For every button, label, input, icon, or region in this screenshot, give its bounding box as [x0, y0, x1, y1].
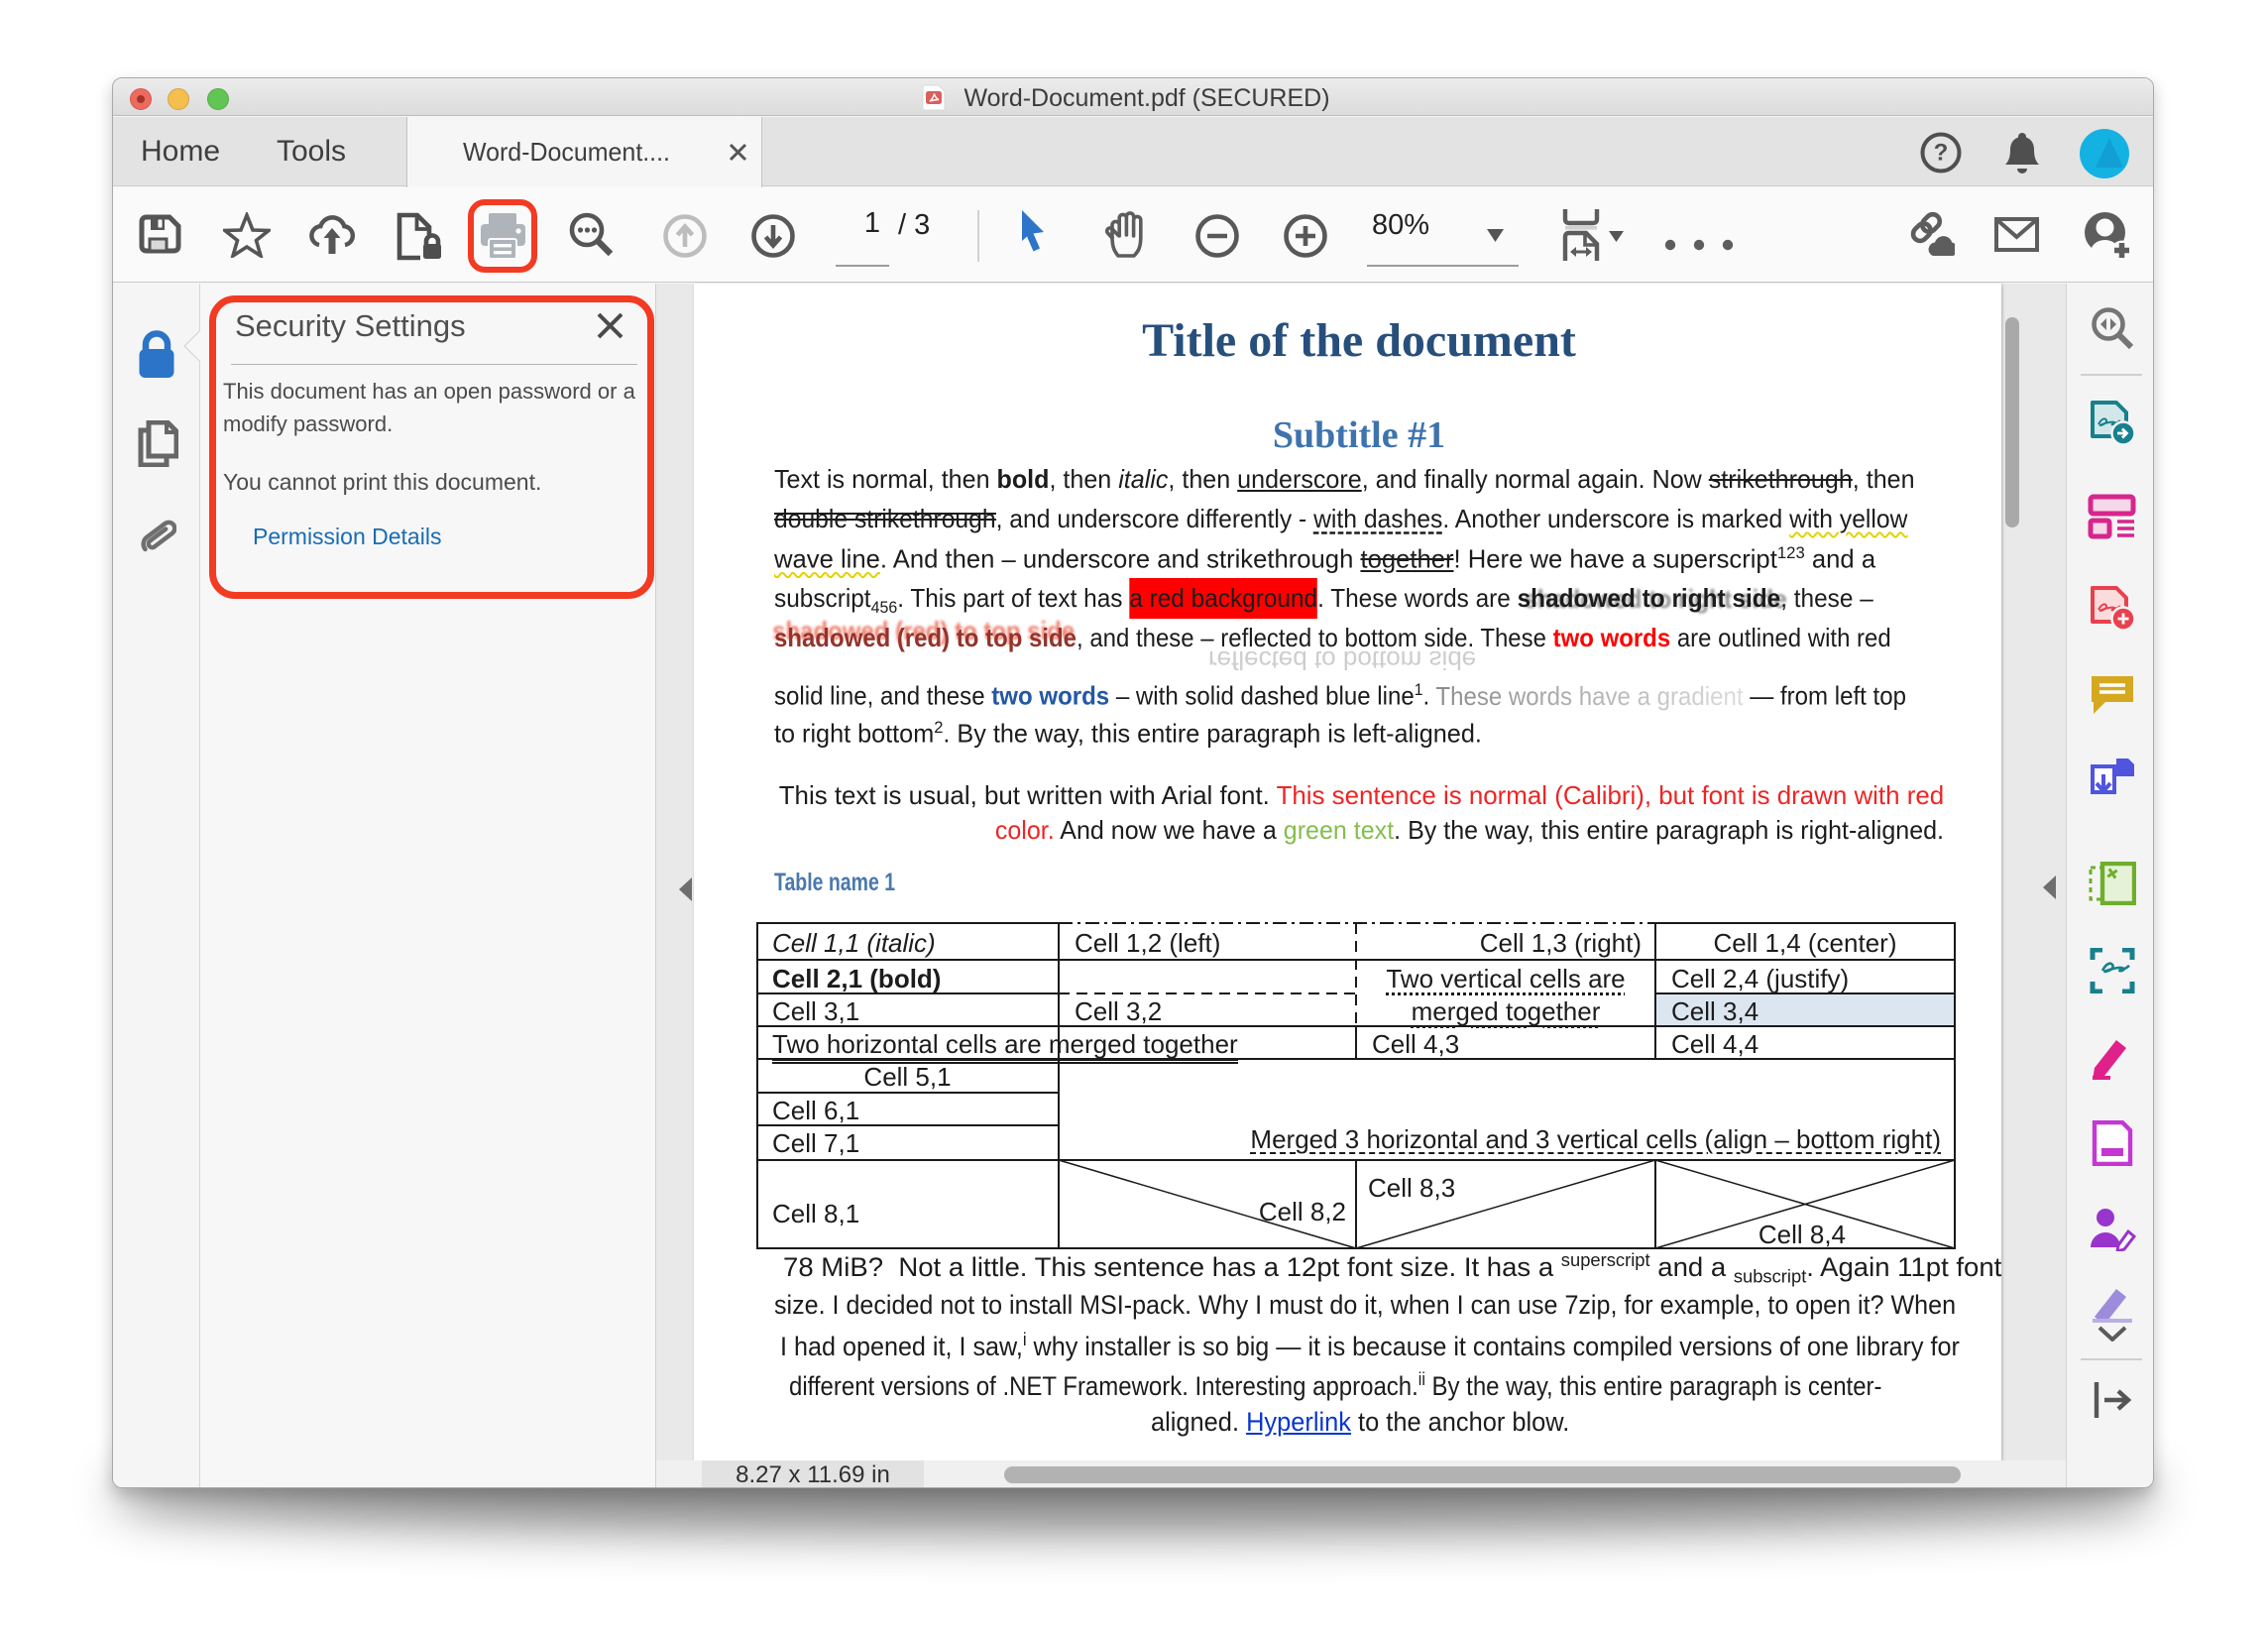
svg-text:?: ? [1934, 140, 1949, 167]
